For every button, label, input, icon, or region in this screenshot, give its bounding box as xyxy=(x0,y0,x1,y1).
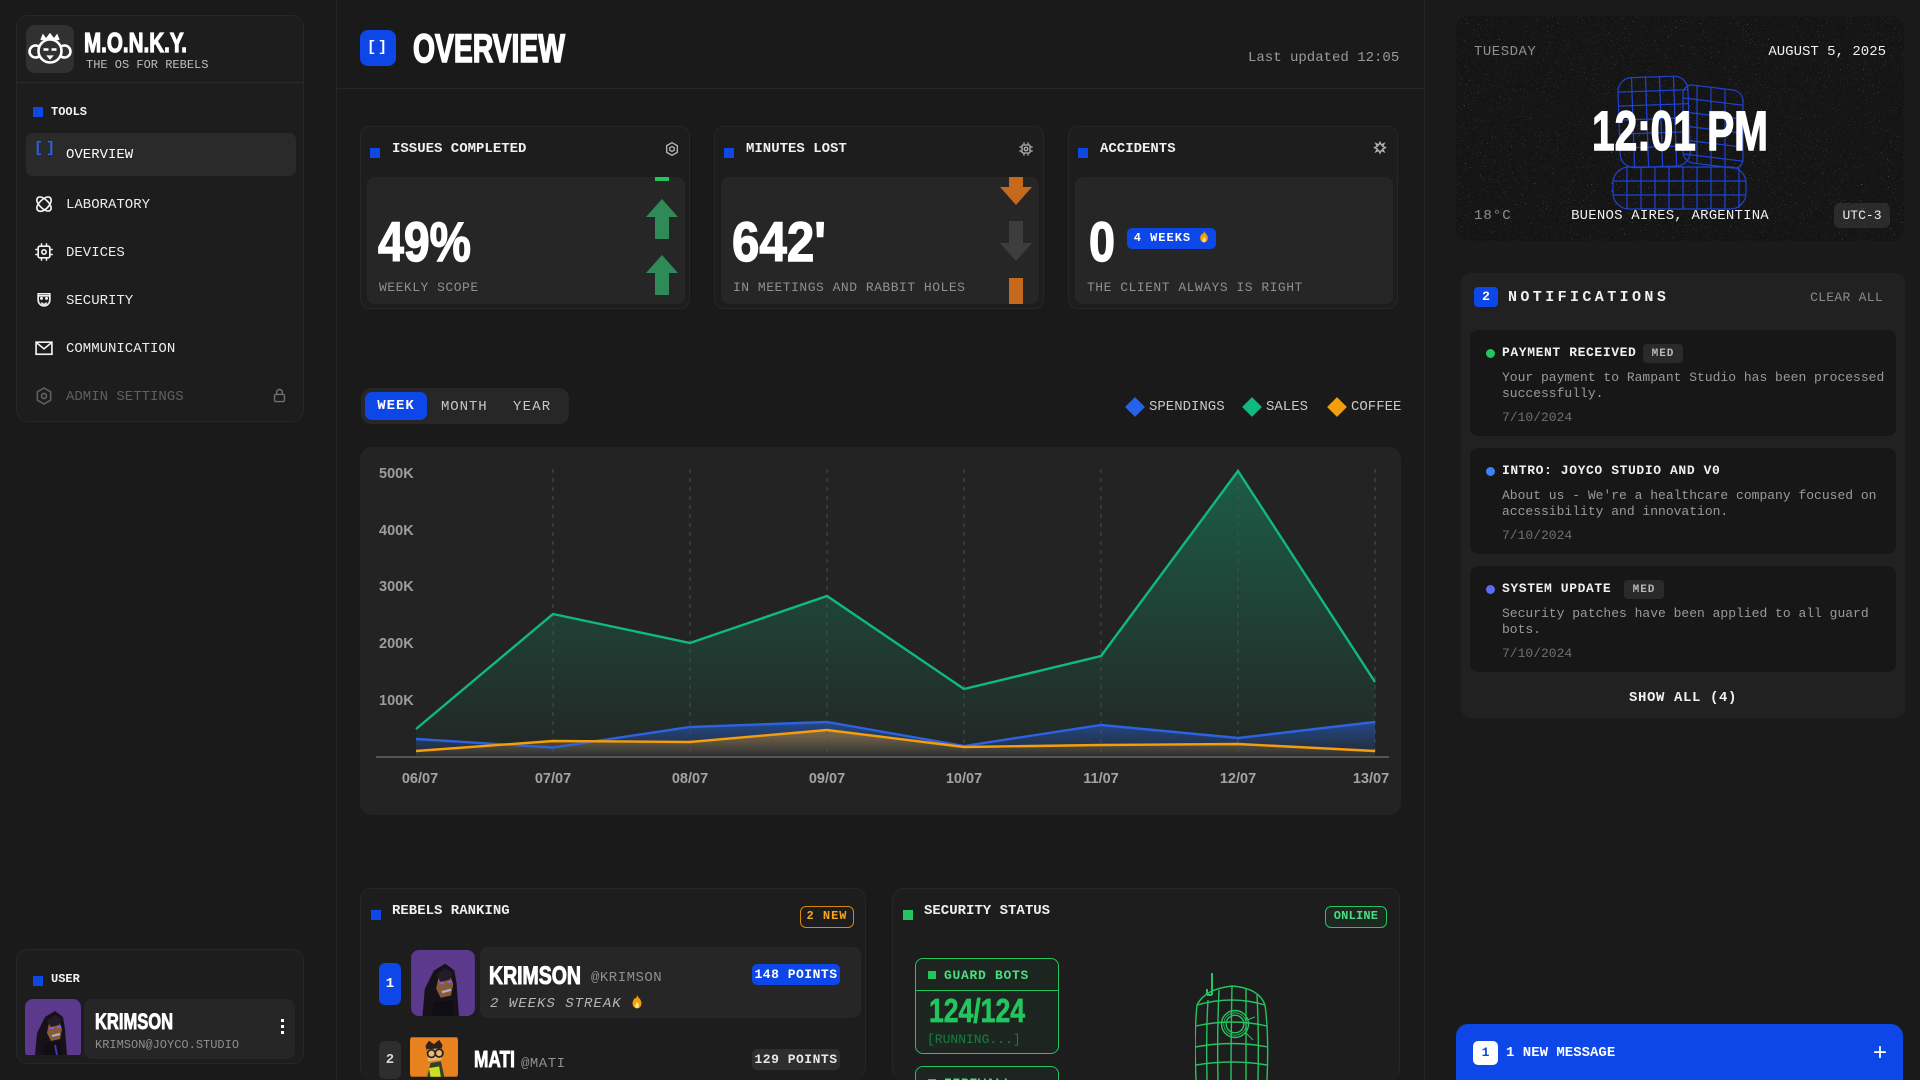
svg-text:0: 0 xyxy=(1089,221,1115,267)
svg-text:400K: 400K xyxy=(379,523,414,539)
svg-text:07/07: 07/07 xyxy=(535,771,571,787)
svg-text:13/07: 13/07 xyxy=(1353,771,1389,787)
svg-text:08/07: 08/07 xyxy=(672,771,708,787)
svg-text:12/07: 12/07 xyxy=(1220,771,1256,787)
svg-text:MATI: MATI xyxy=(474,1050,515,1070)
svg-text:500K: 500K xyxy=(379,466,414,482)
svg-text:300K: 300K xyxy=(379,579,414,595)
svg-text:KRIMSON: KRIMSON xyxy=(489,965,581,987)
svg-text:49%: 49% xyxy=(378,221,471,267)
svg-text:KRIMSON: KRIMSON xyxy=(95,1012,173,1032)
svg-text:11/07: 11/07 xyxy=(1083,771,1119,787)
svg-text:06/07: 06/07 xyxy=(402,771,438,787)
svg-text:12:01 PM: 12:01 PM xyxy=(1592,99,1768,156)
svg-text:642': 642' xyxy=(732,221,826,267)
svg-text:10/07: 10/07 xyxy=(946,771,982,787)
svg-text:M.O.N.K.Y.: M.O.N.K.Y. xyxy=(84,30,187,56)
svg-text:OVERVIEW: OVERVIEW xyxy=(413,28,565,68)
svg-text:124/124: 124/124 xyxy=(929,997,1026,1025)
svg-text:100K: 100K xyxy=(379,693,414,709)
svg-text:200K: 200K xyxy=(379,636,414,652)
svg-text:09/07: 09/07 xyxy=(809,771,845,787)
